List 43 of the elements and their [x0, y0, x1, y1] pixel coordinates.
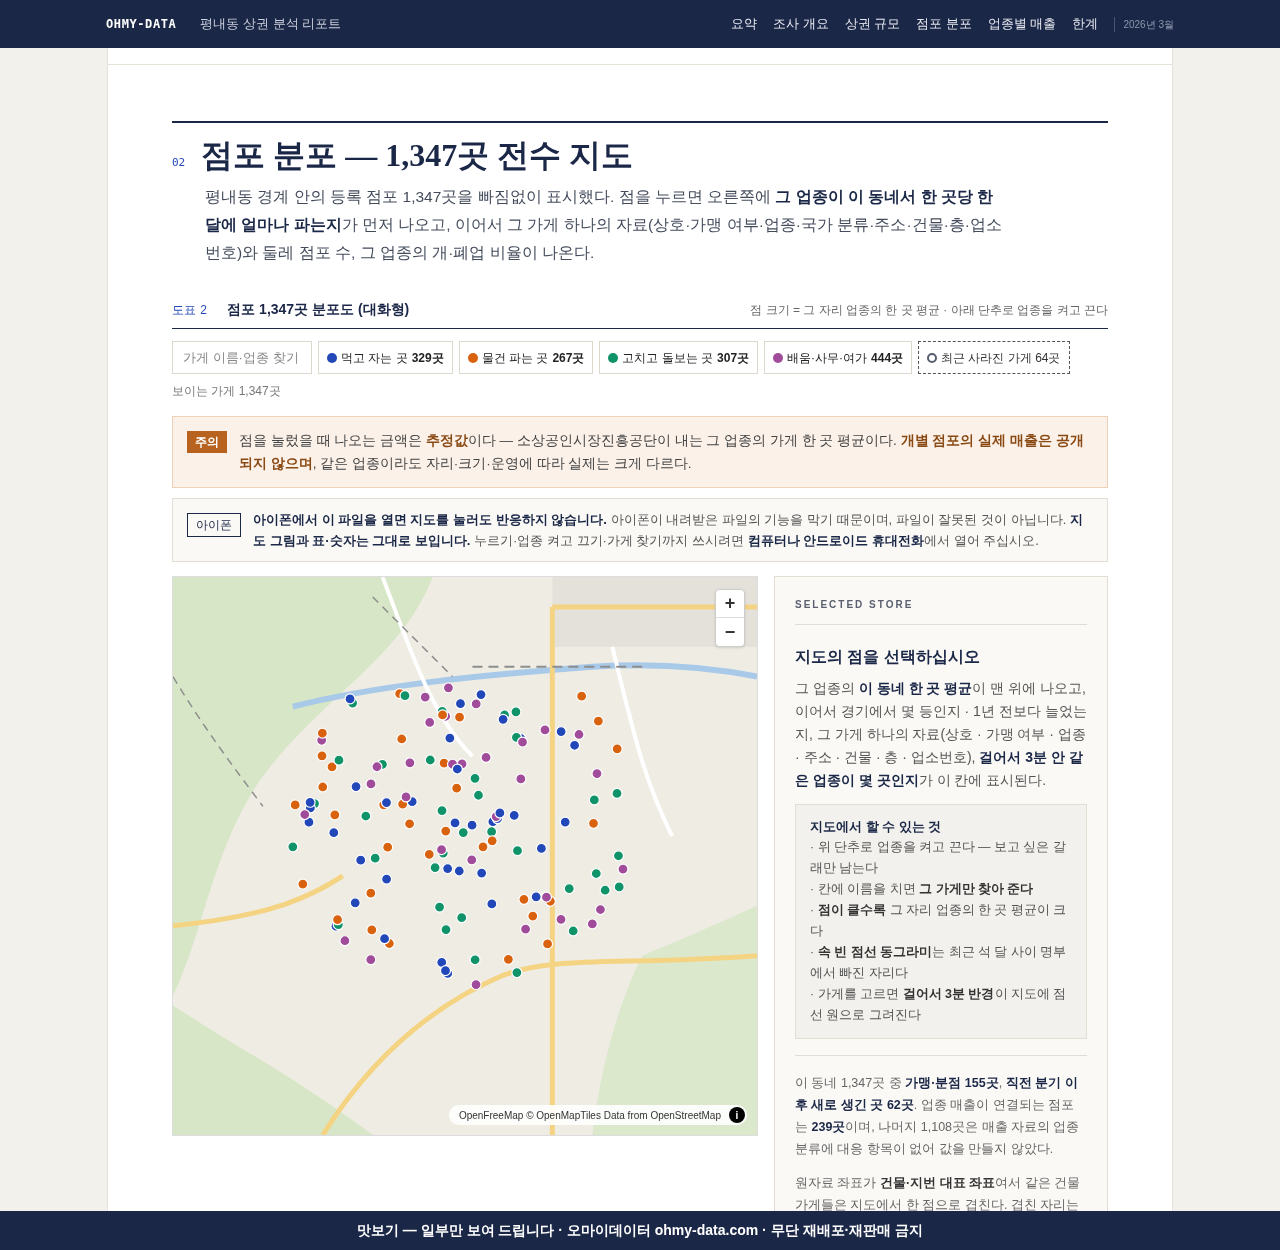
figure-title: 점포 1,347곳 분포도 (대화형): [227, 300, 410, 319]
category-filter[interactable]: 고치고 돌보는 곳 307곳: [599, 341, 759, 374]
iphone-tag: 아이폰: [187, 513, 241, 537]
lead-paragraph: 평내동 경계 안의 등록 점포 1,347곳을 빠짐없이 표시했다. 점을 누르면 오른쪽에 그 업종이 이 동네서 한 곳당 한 달에 얼마나 파는지가 먼저 나오고, 이어서 그 가게 하나의 자료(상호·가맹 여부·업종·국가 분류·주소·건물·층·업소번호)와 둘레 점포 수, 그 업종의 개·폐업 비율이 나온다.: [205, 188, 1002, 261]
nav-link[interactable]: 조사 개요: [772, 14, 829, 34]
closed-stores-filter[interactable]: 최근 사라진 가게 64곳: [918, 341, 1070, 374]
map-attribution: OpenFreeMap © OpenMapTiles Data from OpenStreetMap: [458, 1108, 721, 1123]
panel-eyebrow: SELECTED STORE: [795, 597, 1087, 625]
iphone-note-text: 아이폰에서 이 파일을 열면 지도를 눌러도 반응하지 않습니다. 아이폰이 내려받은 파일의 기능을 막기 때문이며, 파일이 잘못된 것이 아닙니다. 지도 그림과 표·숫자는 그대로 보입니다. 누르기·업종 켜고 끄기·가게 찾기까지 쓰시려면 컴퓨터나 안드로이드 휴대전화에서 열어 주십시오.: [253, 512, 1083, 548]
figure-label: 도표 2: [172, 302, 208, 319]
zoom-out-button[interactable]: −: [716, 618, 744, 646]
panel-title: 지도의 점을 선택하십시오: [795, 647, 981, 667]
panel-intro: 그 업종의 이 동네 한 곳 평균이 맨 위에 나오고, 이어서 경기에서 몇 등인지 · 1년 전보다 늘었는지, 그 가게 하나의 자료(상호 · 가맹 여부 · 업종 · 주소 · 건물 · 층 · 업소번호), 걸어서 3분 안 같은 업종이 몇 곳인지가 이 칸에 표시된다.: [795, 680, 1087, 788]
nav-link[interactable]: 한계: [1072, 14, 1099, 34]
figure-note: 점 크기 = 그 자리 업종의 한 곳 평균 · 아래 단추로 업종을 켜고 끈다: [750, 302, 1108, 319]
nav-link[interactable]: 점포 분포: [916, 14, 972, 34]
sample-notice: 맛보기 — 일부만 보여 드립니다 · 오마이데이터 ohmy-data.com · 무단 재배포·재판매 금지: [356, 1221, 924, 1240]
stats-paragraph: 이 동네 1,347곳 중 가맹·분점 155곳, 직전 분기 이후 새로 생긴 곳 62곳. 업종 매출이 연결되는 점포는 239곳이며, 나머지 1,108곳은 매출 자료의 업종 분류에 대응 항목이 없어 값을 만들지 않았다.: [795, 1075, 1080, 1156]
store-map[interactable]: + − OpenFreeMap © OpenMapTiles Data from OpenStreetMap i: [172, 576, 758, 1136]
tips-title: 지도에서 할 수 있는 것: [810, 818, 943, 836]
coords-paragraph: 원자료 좌표가 건물·지번 대표 좌표여서 같은 건물 가게들은 지도에서 한 점으로 겹친다. 겹친 자리는: [795, 1175, 1080, 1211]
section-number: 02: [172, 154, 186, 171]
category-filter[interactable]: 배움·사무·여가 444곳: [764, 341, 913, 374]
nav-link[interactable]: 업종별 매출: [987, 14, 1057, 34]
info-button[interactable]: i: [729, 1107, 745, 1123]
caution-text: 점을 눌렀을 때 나오는 금액은 추정값이다 — 소상공인시장진흥공단이 내는 그 업종의 가게 한 곳 평균이다. 개별 점포의 실제 매출은 공개되지 않으며, 같은 업종이라도 자리·크기·운영에 따라 실제는 크게 다르다.: [239, 433, 1084, 471]
search-field[interactable]: 가게 이름·업종 찾기: [172, 341, 312, 374]
caution-tag: 주의: [187, 431, 227, 453]
tip-item: · 점이 클수록 그 자리 업종의 한 곳 평균이 크다: [810, 902, 1067, 938]
nav-link[interactable]: 요약: [730, 14, 757, 34]
category-filter[interactable]: 먹고 자는 곳 329곳: [318, 341, 453, 374]
tip-item: · 가게를 고르면 걸어서 3분 반경이 지도에 점선 원으로 그려진다: [810, 986, 1067, 1022]
section-title: 점포 분포 — 1,347곳 전수 지도: [201, 136, 634, 175]
tip-item: · 위 단추로 업종을 켜고 끈다 — 보고 싶은 갈래만 남는다: [810, 839, 1066, 875]
report-title: 평내동 상권 분석 리포트: [200, 15, 342, 34]
tip-item: · 칸에 이름을 치면 그 가게만 찾아 준다: [810, 881, 1034, 896]
category-filter[interactable]: 물건 파는 곳 267곳: [458, 341, 594, 374]
brand-logo[interactable]: OHMY-DATA: [106, 15, 177, 33]
report-date: 2026년 3월: [1114, 16, 1174, 32]
zoom-in-button[interactable]: +: [716, 590, 744, 618]
visible-count: 보이는 가게 1,347곳: [172, 383, 282, 400]
tip-item: · 속 빈 점선 동그라미는 최근 석 달 사이 명부에서 빠진 자리다: [810, 944, 1067, 980]
nav-link[interactable]: 상권 규모: [844, 14, 901, 34]
